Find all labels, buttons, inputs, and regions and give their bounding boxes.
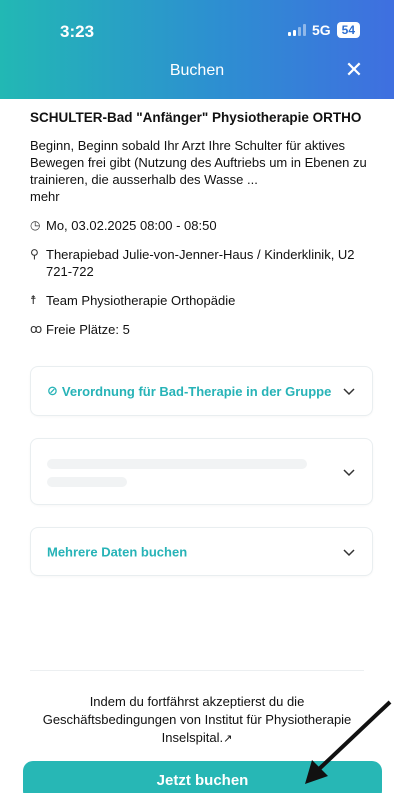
blurred-placeholder [47,459,307,469]
datetime-row: ◷ Mo, 03.02.2025 08:00 - 08:50 [30,217,370,234]
external-link-icon[interactable]: ↗ [223,733,232,745]
terms-notice[interactable]: Indem du fortfährst akzeptierst du die G… [40,693,354,748]
person-icon: ☨ [30,293,37,307]
chevron-down-icon[interactable] [342,465,356,479]
footer-divider [30,670,364,671]
course-team: Team Physiotherapie Orthopädie [46,293,236,308]
network-label: 5G [311,22,331,38]
free-spots: Freie Plätze: 5 [46,322,130,337]
clock-icon: ◷ [30,218,41,232]
prescription-header: ⊘ Verordnung für Bad-Therapie in der Gru… [47,383,331,399]
location-row: ⚲ Therapiebad Julie-von-Jenner-Haus / Ki… [30,246,370,280]
battery-icon: 54 [336,22,360,38]
course-title: SCHULTER-Bad "Anfänger" Physiotherapie O… [30,110,362,125]
terms-text[interactable]: Indem du fortfährst akzeptierst du die G… [43,694,352,745]
signal-icon [287,24,306,36]
description-text: Beginn, Beginn sobald Ihr Arzt Ihre Schu… [30,138,367,187]
blurred-placeholder [47,477,127,487]
people-icon: ꝏ [30,322,43,336]
multiple-dates-section[interactable]: Mehrere Daten buchen [30,527,373,576]
team-row: ☨ Team Physiotherapie Orthopädie [30,292,370,309]
chevron-down-icon[interactable] [342,384,356,398]
spots-row: ꝏ Freie Plätze: 5 [30,321,370,338]
more-link[interactable]: mehr [30,189,60,204]
close-icon[interactable]: ✕ [342,58,366,82]
multiple-dates-label: Mehrere Daten buchen [47,544,188,559]
prescription-label: Verordnung für Bad-Therapie in der Grupp… [61,383,332,399]
status-indicators: 5G 54 [287,22,360,38]
book-now-button[interactable]: Jetzt buchen [23,761,382,793]
course-description: Beginn, Beginn sobald Ihr Arzt Ihre Schu… [30,137,370,205]
prescription-section[interactable]: ⊘ Verordnung für Bad-Therapie in der Gru… [30,366,373,416]
location-pin-icon: ⚲ [30,247,39,261]
check-circle-icon: ⊘ [47,383,58,398]
course-datetime: Mo, 03.02.2025 08:00 - 08:50 [46,218,217,233]
page-title: Buchen [169,62,225,79]
course-location: Therapiebad Julie-von-Jenner-Haus / Kind… [46,247,355,279]
chevron-down-icon[interactable] [342,545,356,559]
course-details: SCHULTER-Bad "Anfänger" Physiotherapie O… [30,110,370,350]
status-time: 3:23 [60,22,95,41]
blurred-section[interactable] [30,438,373,505]
app-header: 3:23 5G 54 Buchen ✕ [0,0,394,99]
